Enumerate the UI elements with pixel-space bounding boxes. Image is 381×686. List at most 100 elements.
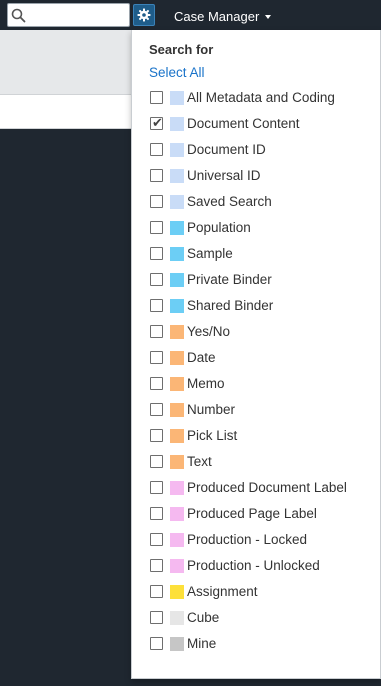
- option-checkbox[interactable]: [150, 299, 163, 312]
- option-checkbox[interactable]: [150, 429, 163, 442]
- option-checkbox[interactable]: [150, 247, 163, 260]
- option-item[interactable]: Production - Locked: [132, 527, 380, 553]
- option-checkbox[interactable]: [150, 91, 163, 104]
- option-checkbox[interactable]: [150, 637, 163, 650]
- option-checkbox[interactable]: [150, 507, 163, 520]
- app-window: Case Manager Search for Select All All M…: [0, 0, 381, 686]
- category-color-swatch: [170, 611, 184, 625]
- option-item[interactable]: Text: [132, 449, 380, 475]
- option-label: Assignment: [187, 584, 258, 599]
- category-color-swatch: [170, 403, 184, 417]
- case-manager-menu[interactable]: Case Manager: [174, 7, 272, 25]
- option-checkbox[interactable]: [150, 559, 163, 572]
- category-color-swatch: [170, 455, 184, 469]
- category-color-swatch: [170, 481, 184, 495]
- option-label: Text: [187, 454, 212, 469]
- option-list: All Metadata and Coding ✔ Document Content…: [132, 85, 380, 657]
- option-label: Produced Page Label: [187, 506, 317, 521]
- option-checkbox[interactable]: [150, 169, 163, 182]
- option-checkbox[interactable]: [150, 195, 163, 208]
- option-checkbox[interactable]: ✔: [150, 115, 163, 130]
- option-checkbox[interactable]: [150, 143, 163, 156]
- category-color-swatch: [170, 559, 184, 573]
- category-color-swatch: [170, 507, 184, 521]
- category-color-swatch: [170, 143, 184, 157]
- option-label: Population: [187, 220, 251, 235]
- option-label: Saved Search: [187, 194, 272, 209]
- dropdown-title: Search for: [149, 42, 214, 57]
- option-label: Pick List: [187, 428, 238, 443]
- category-color-swatch: [170, 221, 184, 235]
- search-icon: [11, 8, 26, 23]
- category-color-swatch: [170, 299, 184, 313]
- option-checkbox[interactable]: [150, 221, 163, 234]
- check-icon: ✔: [152, 115, 163, 130]
- option-item[interactable]: Assignment: [132, 579, 380, 605]
- option-item[interactable]: Population: [132, 215, 380, 241]
- category-color-swatch: [170, 429, 184, 443]
- option-checkbox[interactable]: [150, 455, 163, 468]
- option-item[interactable]: Produced Document Label: [132, 475, 380, 501]
- option-checkbox[interactable]: [150, 585, 163, 598]
- option-item[interactable]: Universal ID: [132, 163, 380, 189]
- option-label: Private Binder: [187, 272, 272, 287]
- gear-icon: [137, 8, 151, 22]
- case-manager-label: Case Manager: [174, 8, 260, 24]
- category-color-swatch: [170, 533, 184, 547]
- settings-button[interactable]: [133, 4, 155, 26]
- category-color-swatch: [170, 377, 184, 391]
- option-item[interactable]: Produced Page Label: [132, 501, 380, 527]
- option-checkbox[interactable]: [150, 351, 163, 364]
- option-item[interactable]: Mine: [132, 631, 380, 657]
- option-item[interactable]: Private Binder: [132, 267, 380, 293]
- caret-down-icon: [265, 14, 272, 19]
- option-label: Cube: [187, 610, 220, 625]
- option-checkbox[interactable]: [150, 325, 163, 338]
- option-checkbox[interactable]: [150, 481, 163, 494]
- option-item[interactable]: Shared Binder: [132, 293, 380, 319]
- search-box[interactable]: [7, 3, 130, 27]
- option-checkbox[interactable]: [150, 377, 163, 390]
- option-checkbox[interactable]: [150, 403, 163, 416]
- option-checkbox[interactable]: [150, 273, 163, 286]
- category-color-swatch: [170, 195, 184, 209]
- option-label: Document Content: [187, 116, 300, 131]
- category-color-swatch: [170, 637, 184, 651]
- category-color-swatch: [170, 273, 184, 287]
- option-item[interactable]: Cube: [132, 605, 380, 631]
- option-label: Produced Document Label: [187, 480, 347, 495]
- option-item[interactable]: ✔ Document Content: [132, 111, 380, 137]
- option-item[interactable]: Document ID: [132, 137, 380, 163]
- option-item[interactable]: Date: [132, 345, 380, 371]
- option-label: Universal ID: [187, 168, 261, 183]
- option-item[interactable]: Yes/No: [132, 319, 380, 345]
- category-color-swatch: [170, 169, 184, 183]
- option-label: Production - Locked: [187, 532, 308, 547]
- option-label: Yes/No: [187, 324, 231, 339]
- option-label: All Metadata and Coding: [187, 90, 335, 105]
- search-for-dropdown: Search for Select All All Metadata and C…: [131, 30, 381, 679]
- option-item[interactable]: Memo: [132, 371, 380, 397]
- select-all-link[interactable]: Select All: [149, 65, 205, 80]
- category-color-swatch: [170, 351, 184, 365]
- option-label: Document ID: [187, 142, 266, 157]
- option-checkbox[interactable]: [150, 533, 163, 546]
- option-item[interactable]: Sample: [132, 241, 380, 267]
- option-item[interactable]: All Metadata and Coding: [132, 85, 380, 111]
- option-item[interactable]: Saved Search: [132, 189, 380, 215]
- option-item[interactable]: Pick List: [132, 423, 380, 449]
- option-item[interactable]: Number: [132, 397, 380, 423]
- top-bar: Case Manager: [0, 0, 381, 30]
- option-label: Date: [187, 350, 216, 365]
- option-label: Number: [187, 402, 236, 417]
- category-color-swatch: [170, 585, 184, 599]
- option-label: Mine: [187, 636, 217, 651]
- category-color-swatch: [170, 247, 184, 261]
- category-color-swatch: [170, 91, 184, 105]
- option-item[interactable]: Production - Unlocked: [132, 553, 380, 579]
- option-label: Shared Binder: [187, 298, 274, 313]
- search-input[interactable]: [30, 6, 126, 24]
- option-label: Memo: [187, 376, 225, 391]
- option-checkbox[interactable]: [150, 611, 163, 624]
- option-label: Sample: [187, 246, 233, 261]
